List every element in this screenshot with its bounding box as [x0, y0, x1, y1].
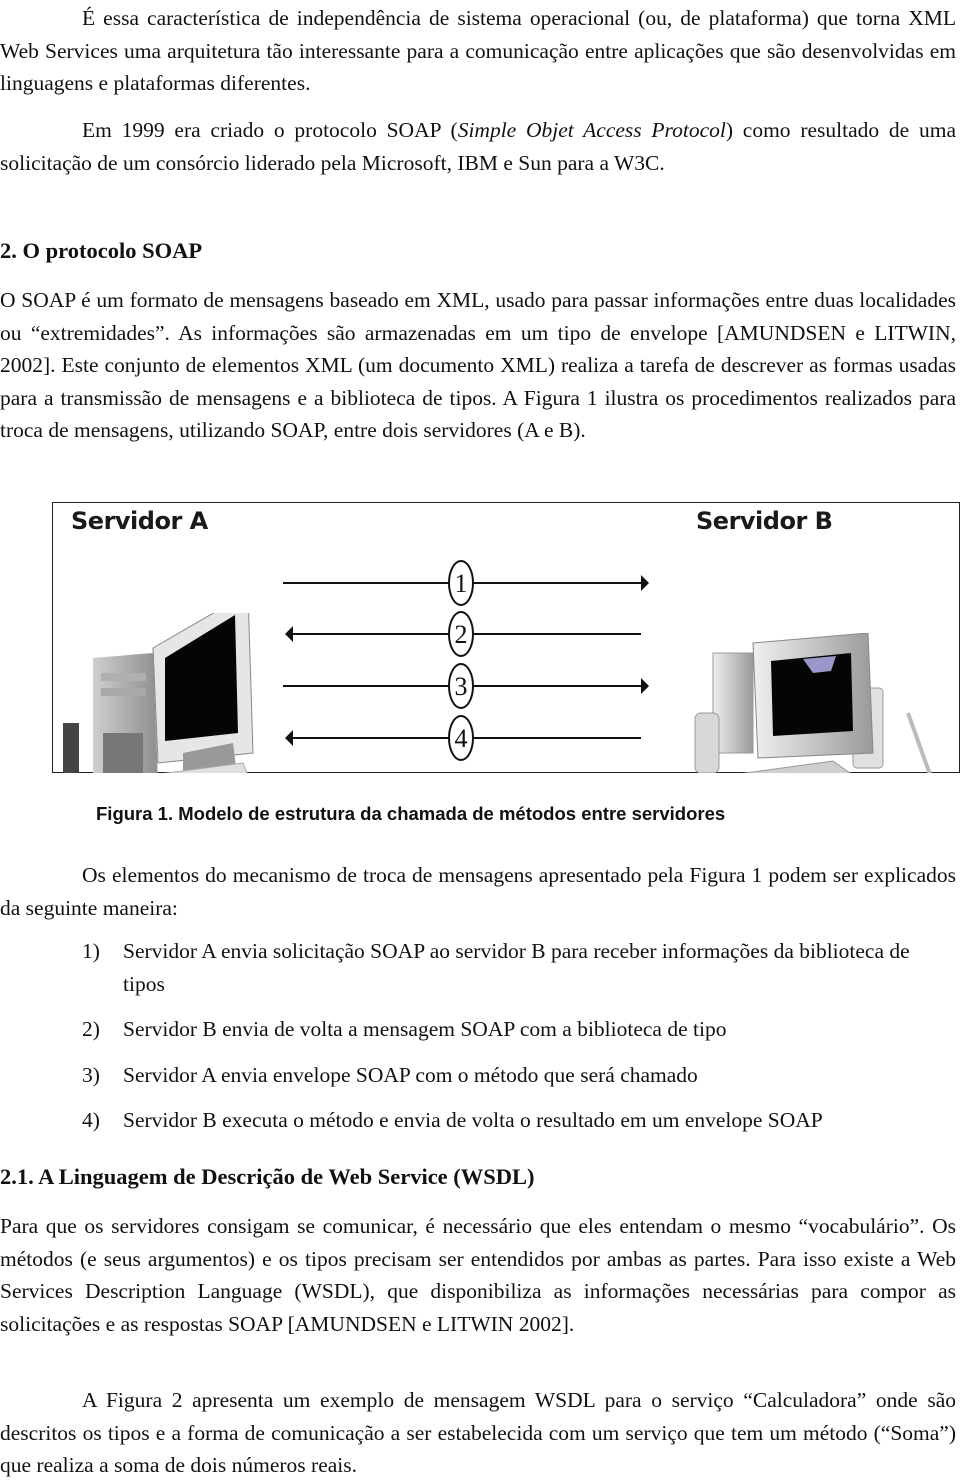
paragraph-mechanism-intro: Os elementos do mecanismo de troca de me…	[0, 863, 956, 920]
step-number: 4)	[82, 1108, 100, 1132]
step-text: Servidor A envia solicitação SOAP ao ser…	[123, 939, 910, 996]
soap-acronym-expansion: Simple Objet Access Protocol	[457, 118, 726, 142]
arrow-number-1: 1	[455, 569, 468, 598]
arrow-number-4: 4	[455, 724, 468, 753]
step-item: 3) Servidor A envia envelope SOAP com o …	[82, 1059, 956, 1092]
step-item: 1) Servidor A envia solicitação SOAP ao …	[82, 935, 956, 1000]
step-number: 3)	[82, 1062, 100, 1087]
step-item: 4) Servidor B executa o método e envia d…	[82, 1104, 956, 1137]
paragraph-wsdl-description: Para que os servidores consigam se comun…	[0, 1214, 956, 1336]
arrow-number-3: 3	[455, 672, 468, 701]
figure-server-diagram: Servidor A Servidor B 1 2 3 4	[52, 502, 960, 773]
step-number: 2)	[82, 1017, 100, 1041]
paragraph-platform-independence: É essa característica de independência d…	[0, 6, 956, 95]
step-text: Servidor B executa o método e envia de v…	[123, 1108, 823, 1132]
figure-caption: Figura 1. Modelo de estrutura da chamada…	[96, 803, 726, 824]
section-heading-soap: 2. O protocolo SOAP	[0, 238, 203, 263]
server-b-computer-icon	[694, 633, 932, 773]
arrow-number-2: 2	[455, 620, 468, 649]
step-item: 2) Servidor B envia de volta a mensagem …	[82, 1013, 956, 1046]
steps-list: 1) Servidor A envia solicitação SOAP ao …	[82, 935, 956, 1137]
server-a-label: Servidor A	[71, 507, 208, 535]
step-text: Servidor A envia envelope SOAP com o mét…	[123, 1062, 698, 1087]
paragraph-soap-description: O SOAP é um formato de mensagens baseado…	[0, 288, 956, 442]
paragraph-soap-history: Em 1999 era criado o protocolo SOAP (Sim…	[0, 114, 956, 179]
server-b-label: Servidor B	[696, 507, 833, 535]
paragraph-figure-2-intro: A Figura 2 apresenta um exemplo de mensa…	[0, 1388, 956, 1477]
server-a-computer-icon	[63, 613, 254, 773]
step-number: 1)	[82, 939, 100, 963]
message-arrows: 1 2 3 4	[283, 560, 649, 761]
step-text: Servidor B envia de volta a mensagem SOA…	[123, 1017, 727, 1041]
section-heading-wsdl: 2.1. A Linguagem de Descrição de Web Ser…	[0, 1164, 535, 1189]
soap-history-text-start: Em 1999 era criado o protocolo SOAP (	[82, 118, 458, 142]
